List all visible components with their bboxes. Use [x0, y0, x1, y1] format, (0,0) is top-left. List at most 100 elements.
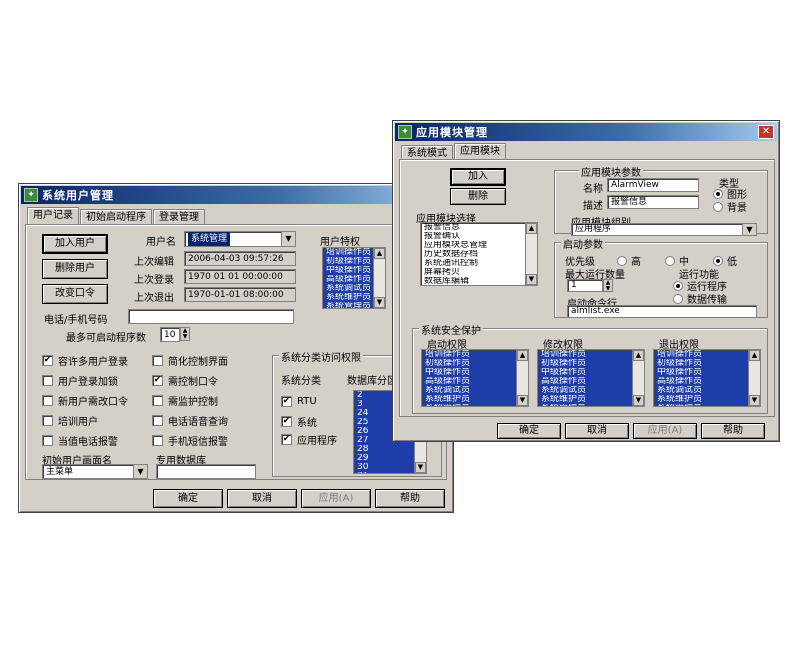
scrollbar[interactable]: ▲▼ — [632, 350, 644, 406]
start-permission-list[interactable]: 培训操作员初级操作员中级操作员高级操作员系统调试员系统维护员系统管理员▲▼ — [421, 349, 529, 407]
radio-button[interactable] — [673, 280, 683, 291]
list-item[interactable]: 培训操作员 — [538, 350, 644, 359]
close-icon[interactable]: ✕ — [758, 125, 774, 139]
option-checkbox[interactable]: 简化控制界面 — [152, 353, 228, 368]
max-programs-input[interactable]: 10 — [160, 327, 180, 342]
radio-button[interactable] — [713, 255, 723, 266]
system-class-checkbox[interactable]: ✔ 系统 — [281, 414, 317, 429]
scrollbar[interactable]: ▲▼ — [516, 350, 528, 406]
option-checkbox[interactable]: 培训用户 — [42, 413, 98, 428]
checkbox[interactable]: ✔ — [281, 396, 292, 407]
list-item[interactable]: 初级操作员 — [422, 359, 528, 368]
list-item[interactable]: 系统维护员 — [422, 395, 528, 404]
help-button[interactable]: 帮助 — [701, 423, 765, 439]
chevron-down-icon[interactable]: ▼ — [133, 465, 147, 478]
max-programs-stepper[interactable]: ▲ ▼ — [180, 327, 190, 341]
scroll-up-icon[interactable]: ▲ — [633, 350, 644, 361]
max-running-stepper[interactable]: ▲ ▼ — [603, 279, 613, 292]
scrollbar[interactable]: ▲▼ — [373, 248, 385, 308]
scrollbar[interactable]: ▲▼ — [748, 350, 760, 406]
checkbox[interactable]: ✔ — [42, 355, 53, 366]
scroll-down-icon[interactable]: ▼ — [749, 395, 760, 406]
list-item[interactable]: 报警信息 — [421, 223, 537, 232]
scroll-up-icon[interactable]: ▲ — [526, 223, 537, 234]
checkbox[interactable] — [152, 415, 163, 426]
scroll-up-icon[interactable]: ▲ — [374, 248, 385, 259]
ok-button[interactable]: 确定 — [153, 489, 223, 508]
add-module-button[interactable]: 加入 — [450, 168, 506, 186]
system-class-checkbox[interactable]: ✔ 应用程序 — [281, 432, 337, 447]
radio-button[interactable] — [673, 293, 683, 304]
ok-button[interactable]: 确定 — [497, 423, 561, 439]
list-item[interactable]: 系统调试员 — [654, 386, 760, 395]
change-password-button[interactable]: 改变口令 — [42, 284, 108, 304]
delete-module-button[interactable]: 删除 — [450, 188, 506, 205]
checkbox[interactable]: ✔ — [281, 416, 292, 427]
tab-user-records[interactable]: 用户记录 — [27, 207, 79, 225]
option-checkbox[interactable]: 新用户需改口令 — [42, 393, 128, 408]
delete-user-button[interactable]: 删除用户 — [42, 259, 108, 279]
tab-login-management[interactable]: 登录管理 — [153, 209, 205, 225]
list-item[interactable]: 系统维护员 — [538, 395, 644, 404]
option-checkbox[interactable]: 手机短信报警 — [152, 433, 228, 448]
user-name-select[interactable]: 系统管理 ▼ — [184, 231, 296, 247]
checkbox[interactable]: ✔ — [281, 434, 292, 445]
option-checkbox[interactable]: ✔ 容许多用户登录 — [42, 353, 128, 368]
radio-option[interactable]: 数据传输 — [673, 291, 727, 306]
option-checkbox[interactable]: ✔ 需控制口令 — [152, 373, 218, 388]
chevron-down-icon[interactable]: ▼ — [742, 224, 756, 235]
system-class-checkbox[interactable]: ✔ RTU — [281, 396, 317, 407]
checkbox[interactable] — [152, 395, 163, 406]
option-checkbox[interactable]: 电话语音查询 — [152, 413, 228, 428]
radio-button[interactable] — [713, 201, 723, 212]
radio-button[interactable] — [617, 255, 627, 266]
phone-input[interactable] — [128, 309, 294, 324]
checkbox[interactable] — [152, 355, 163, 366]
exit-permission-list[interactable]: 培训操作员初级操作员中级操作员高级操作员系统调试员系统维护员系统管理员▲▼ — [653, 349, 761, 407]
startup-cmd-input[interactable]: almlist.exe — [567, 305, 757, 318]
user-privileges-list[interactable]: 培训操作员 初级操作员 中级操作员 高级操作员 系统调试员 系统维护员 系统管理员 ▲ ▼ — [322, 247, 386, 309]
scroll-up-icon[interactable]: ▲ — [749, 350, 760, 361]
list-item[interactable]: 初级操作员 — [654, 359, 760, 368]
dedicated-db-input[interactable] — [156, 464, 256, 479]
list-item[interactable]: 初级操作员 — [538, 359, 644, 368]
module-select-list[interactable]: 报警信息报警确认应用模块总管理历史数据存档系统通讯控制屏幕拷贝数据库编辑数据库网… — [420, 222, 538, 286]
option-checkbox[interactable]: 当值电话报警 — [42, 433, 118, 448]
list-item[interactable]: 报警确认 — [421, 232, 537, 241]
list-item[interactable]: 中级操作员 — [422, 368, 528, 377]
option-checkbox[interactable]: 用户登录加锁 — [42, 373, 118, 388]
checkbox[interactable]: ✔ — [152, 375, 163, 386]
apply-button[interactable]: 应用(A) — [633, 423, 697, 439]
list-item[interactable]: 中级操作员 — [538, 368, 644, 377]
chevron-down-icon[interactable]: ▼ — [281, 232, 295, 246]
checkbox[interactable] — [42, 395, 53, 406]
module-name-input[interactable]: AlarmView — [607, 178, 699, 192]
radio-button[interactable] — [665, 255, 675, 266]
scroll-down-icon[interactable]: ▼ — [415, 462, 426, 473]
modify-permission-list[interactable]: 培训操作员初级操作员中级操作员高级操作员系统调试员系统维护员系统管理员▲▼ — [537, 349, 645, 407]
checkbox[interactable] — [42, 375, 53, 386]
list-item[interactable]: 历史数据存档 — [421, 250, 537, 259]
list-item[interactable]: 系统管理员 — [654, 404, 760, 406]
cancel-button[interactable]: 取消 — [565, 423, 629, 439]
module-management-titlebar[interactable]: ✦ 应用模块管理 — [395, 123, 777, 141]
user-management-titlebar[interactable]: ✦ 系统用户管理 — [21, 186, 451, 204]
list-item[interactable]: 高级操作员 — [422, 377, 528, 386]
scroll-down-icon[interactable]: ▼ — [374, 297, 385, 308]
scroll-up-icon[interactable]: ▲ — [517, 350, 528, 361]
scroll-down-icon[interactable]: ▼ — [633, 395, 644, 406]
cancel-button[interactable]: 取消 — [227, 489, 297, 508]
tab-startup-programs[interactable]: 初始启动程序 — [80, 209, 152, 225]
radio-option[interactable]: 背景 — [713, 199, 747, 214]
scrollbar[interactable]: ▲▼ — [525, 223, 537, 285]
scroll-down-icon[interactable]: ▼ — [517, 395, 528, 406]
list-item[interactable]: 系统调试员 — [538, 386, 644, 395]
list-item[interactable]: 中级操作员 — [654, 368, 760, 377]
module-group-select[interactable]: 应用程序 ▼ — [571, 223, 757, 236]
initial-screen-select[interactable]: 主菜单 ▼ — [42, 464, 148, 479]
max-running-input[interactable]: 1 — [567, 279, 603, 292]
list-item[interactable]: 高级操作员 — [654, 377, 760, 386]
help-button[interactable]: 帮助 — [375, 489, 445, 508]
list-item[interactable]: 应用模块总管理 — [421, 241, 537, 250]
radio-button[interactable] — [713, 188, 723, 199]
